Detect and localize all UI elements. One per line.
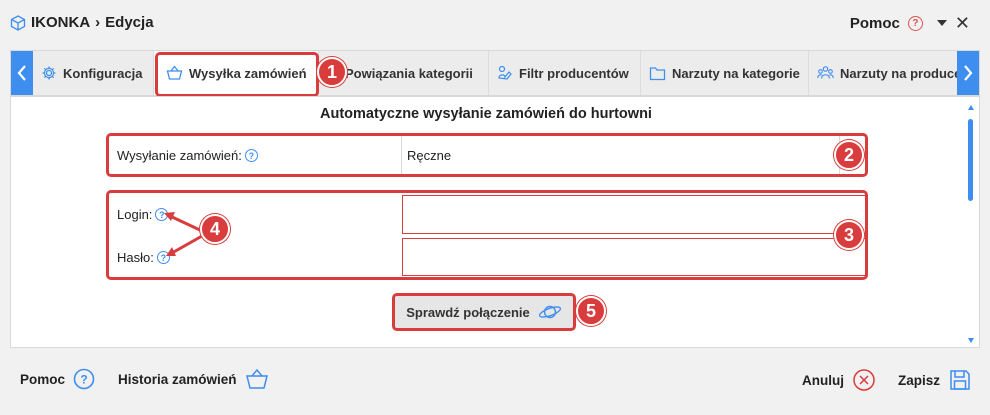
chevron-right-icon: [964, 65, 973, 81]
close-icon[interactable]: ✕: [955, 14, 970, 32]
section-title: Automatyczne wysyłanie zamówień do hurto…: [320, 106, 652, 122]
scroll-thumb[interactable]: [968, 119, 973, 201]
check-connection-label: Sprawdź połączenie: [406, 304, 530, 320]
app-name: IKONKA: [31, 14, 91, 31]
order-sending-label-wrap: Wysyłanie zamówień: ?: [117, 148, 258, 163]
basket-icon: [245, 368, 268, 389]
check-connection-button[interactable]: Sprawdź połączenie: [392, 293, 576, 331]
people-icon: [817, 66, 834, 79]
help-link[interactable]: Pomoc: [850, 15, 900, 32]
cancel-button[interactable]: Anuluj: [802, 368, 876, 392]
highlight-active-tab: [155, 52, 319, 97]
order-sending-select[interactable]: Ręczne: [402, 136, 839, 174]
order-sending-label: Wysyłanie zamówień:: [117, 148, 242, 163]
tab-label: Powiązania kategorii: [345, 65, 473, 81]
cancel-label: Anuluj: [802, 372, 844, 388]
tab-label: Konfiguracja: [63, 65, 143, 81]
chevron-down-icon[interactable]: [936, 20, 947, 26]
filter-icon: [498, 65, 512, 80]
help-icon[interactable]: ?: [907, 15, 923, 31]
tab-konfiguracja[interactable]: Konfiguracja: [33, 51, 154, 95]
annotation-badge-1: 1: [317, 57, 347, 87]
footer-help-button[interactable]: Pomoc ?: [20, 368, 95, 390]
scroll-up-arrow-icon[interactable]: [968, 105, 974, 110]
order-sending-value: Ręczne: [407, 147, 452, 163]
breadcrumb-separator: ›: [95, 14, 101, 31]
password-label: Hasło:: [117, 250, 154, 265]
tab-scroll-right-button[interactable]: [957, 51, 979, 95]
chevron-left-icon: [17, 65, 26, 81]
page-name: Edycja: [105, 14, 154, 31]
annotation-badge-2: 2: [834, 140, 864, 170]
svg-text:?: ?: [80, 373, 87, 387]
folder-icon: [649, 66, 666, 80]
cancel-icon: [853, 369, 875, 391]
tab-narzuty-na-kategorie[interactable]: Narzuty na kategorie: [641, 51, 809, 95]
password-input[interactable]: [402, 238, 866, 276]
login-input[interactable]: [402, 195, 866, 234]
cube-icon: [10, 14, 26, 31]
header-actions: Pomoc ? ✕: [850, 14, 970, 32]
tab-label: Narzuty na kategorie: [672, 65, 800, 81]
help-icon[interactable]: ?: [244, 149, 258, 162]
vertical-scrollbar[interactable]: [967, 101, 975, 343]
annotation-badge-4: 4: [200, 214, 230, 244]
order-history-label: Historia zamówień: [118, 371, 237, 387]
tab-narzuty-na-producentow[interactable]: Narzuty na producentów: [809, 51, 979, 95]
order-sending-row: Wysyłanie zamówień: ? Ręczne: [106, 133, 868, 177]
save-label: Zapisz: [898, 372, 941, 388]
gear-icon: [42, 66, 56, 80]
login-label: Login:: [117, 207, 153, 222]
tab-scroll-left-button[interactable]: [11, 51, 33, 95]
scroll-down-arrow-icon[interactable]: [968, 338, 974, 343]
floppy-disk-icon: [950, 370, 970, 390]
tab-filtr-producentow[interactable]: Filtr producentów: [489, 51, 641, 95]
annotation-badge-3: 3: [834, 220, 864, 250]
tab-label: Filtr producentów: [519, 65, 629, 81]
annotation-badge-5: 5: [576, 296, 606, 326]
save-button[interactable]: Zapisz: [898, 368, 972, 392]
planet-icon: [538, 305, 561, 319]
help-icon: ?: [73, 368, 95, 390]
window-title: IKONKA › Edycja: [10, 14, 154, 31]
footer-help-label: Pomoc: [20, 371, 66, 387]
order-history-button[interactable]: Historia zamówień: [118, 368, 269, 390]
